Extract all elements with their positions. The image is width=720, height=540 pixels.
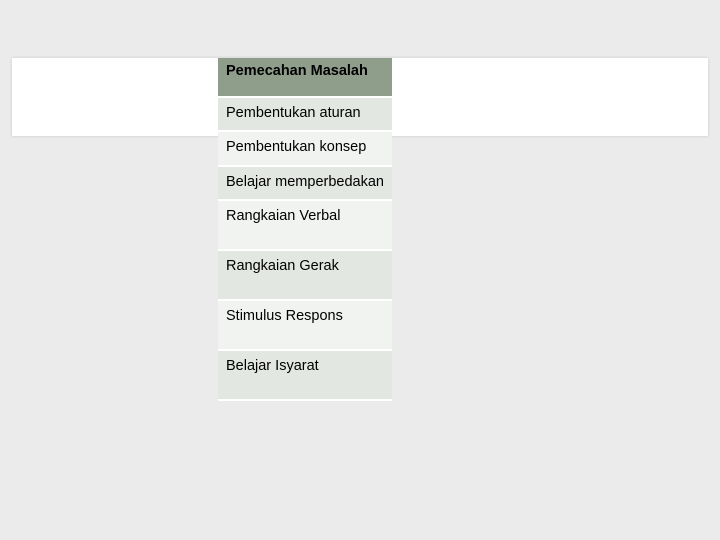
table-row: Pembentukan konsep: [218, 132, 392, 166]
table-row: Stimulus Respons: [218, 301, 392, 351]
table-row: Rangkaian Verbal: [218, 201, 392, 251]
table-row: Rangkaian Gerak: [218, 251, 392, 301]
table-row: Pembentukan aturan: [218, 98, 392, 132]
table-header: Pemecahan Masalah: [218, 58, 392, 98]
hierarchy-table: Pemecahan Masalah Pembentukan aturan Pem…: [218, 58, 392, 401]
table-row: Belajar memperbedakan: [218, 167, 392, 201]
table-row: Belajar Isyarat: [218, 351, 392, 401]
